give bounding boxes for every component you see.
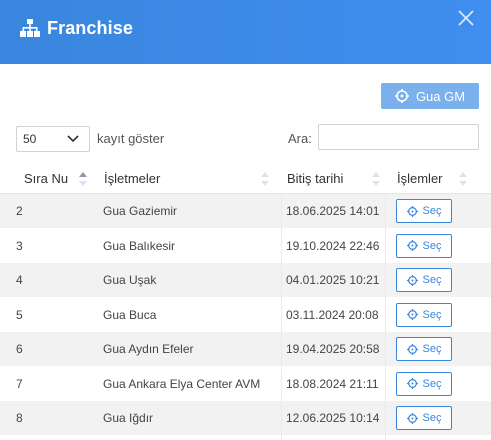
business-name: Gua Buca [103, 307, 157, 322]
table-header: Sıra Nu İşletmeler Bitiş tarihi İşlemler [0, 164, 491, 194]
select-button[interactable]: Seç [396, 268, 452, 292]
business-name: Gua Uşak [103, 273, 157, 287]
column-header-no[interactable]: Sıra Nu [24, 171, 68, 186]
crosshair-icon [406, 274, 418, 286]
row-number: 6 [16, 342, 23, 356]
select-label: Seç [422, 239, 442, 252]
business-name: Gua Balıkesir [103, 238, 176, 253]
column-header-actions[interactable]: İşlemler [397, 171, 443, 186]
row-number: 8 [16, 411, 23, 425]
table-row: 5 Gua Buca 03.11.2024 20:08 Seç [0, 298, 491, 332]
end-date: 19.10.2024 22:46 [286, 238, 380, 253]
select-button[interactable]: Seç [396, 199, 452, 223]
sort-asc-icon[interactable] [79, 171, 87, 187]
crosshair-icon [406, 205, 418, 217]
crosshair-icon [406, 343, 418, 355]
row-number: 7 [16, 376, 23, 391]
table-row: 2 Gua Gaziemir 18.06.2025 14:01 Seç [0, 194, 491, 228]
select-label: Seç [422, 412, 442, 424]
sort-icon[interactable] [459, 171, 467, 187]
table-row: 3 Gua Balıkesir 19.10.2024 22:46 Seç [0, 229, 491, 263]
crosshair-icon [406, 378, 418, 389]
chevron-down-icon [67, 135, 79, 143]
end-date: 03.11.2024 20:08 [286, 307, 379, 322]
business-name: Gua Gaziemir [103, 204, 178, 218]
business-name: Gua Iğdır [103, 411, 154, 425]
column-divider [385, 196, 386, 440]
sort-icon[interactable] [372, 171, 380, 187]
sitemap-icon [20, 19, 40, 37]
gua-gm-label: Gua GM [415, 88, 466, 104]
crosshair-icon [406, 412, 418, 424]
modal-header: Franchise [0, 0, 491, 64]
select-label: Seç [422, 343, 442, 355]
table-row: 6 Gua Aydın Efeler 19.04.2025 20:58 Seç [0, 332, 491, 366]
select-label: Seç [422, 205, 442, 217]
crosshair-icon [406, 240, 418, 251]
column-header-end-date[interactable]: Bitiş tarihi [287, 171, 343, 186]
end-date: 12.06.2025 10:14 [286, 411, 380, 425]
business-name: Gua Ankara Elya Center AVM [103, 376, 261, 391]
select-button[interactable]: Seç [396, 233, 452, 258]
page-length-label: kayıt göster [97, 131, 165, 146]
row-number: 3 [16, 238, 23, 253]
modal-title: Franchise [47, 18, 133, 38]
select-button[interactable]: Seç [396, 302, 452, 327]
column-header-business[interactable]: İşletmeler [104, 171, 160, 186]
table-row: 7 Gua Ankara Elya Center AVM 18.08.2024 21… [0, 367, 491, 401]
sort-icon[interactable] [261, 171, 269, 187]
select-label: Seç [422, 377, 442, 390]
row-number: 2 [16, 204, 23, 218]
table-row: 8 Gua Iğdır 12.06.2025 10:14 Seç [0, 401, 491, 435]
end-date: 04.01.2025 10:21 [286, 273, 380, 287]
business-name: Gua Aydın Efeler [103, 342, 194, 356]
end-date: 18.08.2024 21:11 [286, 376, 379, 391]
crosshair-icon [406, 309, 418, 320]
close-icon[interactable] [456, 8, 476, 28]
row-number: 5 [16, 307, 23, 322]
end-date: 18.06.2025 14:01 [286, 204, 380, 218]
table-row: 4 Gua Uşak 04.01.2025 10:21 Seç [0, 263, 491, 297]
page-length-select[interactable]: 50 [16, 126, 90, 152]
search-label: Ara: [288, 131, 312, 146]
row-number: 4 [16, 273, 23, 287]
column-divider [281, 196, 282, 440]
search-input[interactable] [318, 124, 479, 150]
select-label: Seç [422, 308, 442, 321]
select-button[interactable]: Seç [396, 406, 452, 430]
crosshair-icon [394, 89, 409, 103]
select-button[interactable]: Seç [396, 371, 452, 396]
select-button[interactable]: Seç [396, 337, 452, 361]
gua-gm-button[interactable]: Gua GM [381, 83, 479, 109]
select-label: Seç [422, 274, 442, 286]
page-length-value: 50 [23, 132, 37, 146]
end-date: 19.04.2025 20:58 [286, 342, 380, 356]
